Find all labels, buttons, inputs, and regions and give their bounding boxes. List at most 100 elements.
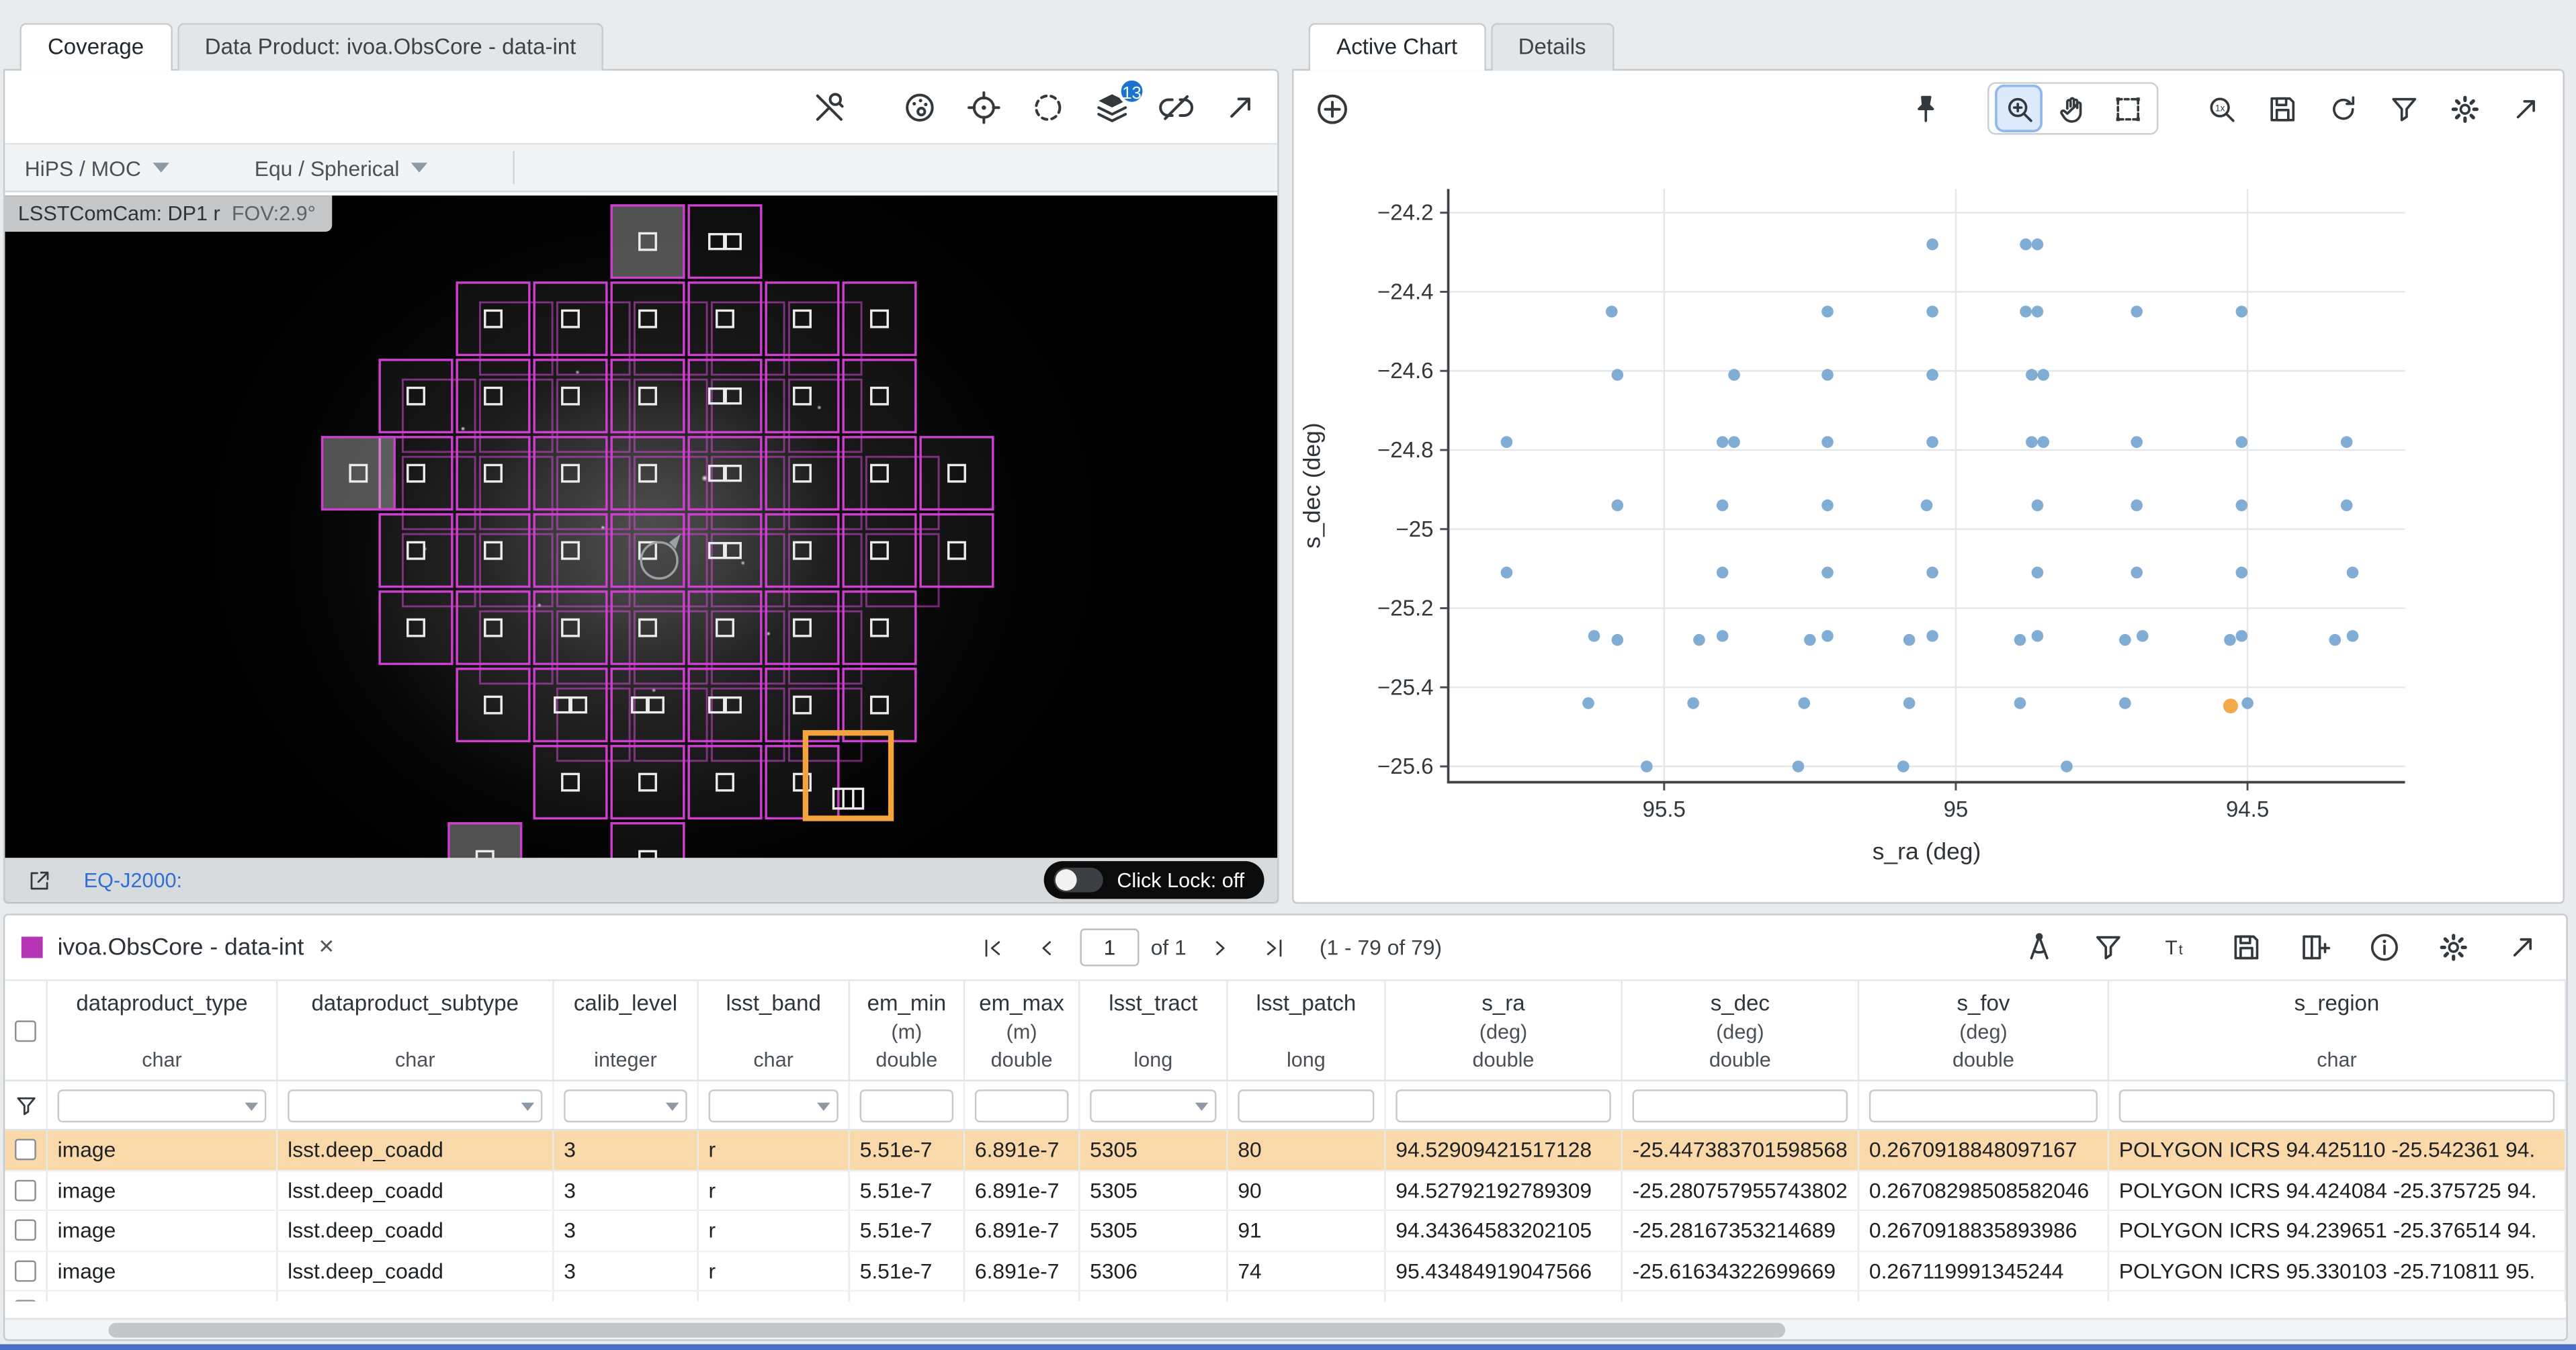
table-row[interactable]: imagelsst.deep_coadd3r5.51e-76.891e-7530… xyxy=(5,1171,2566,1211)
filter-calib_level[interactable] xyxy=(564,1089,687,1122)
tab-active-chart[interactable]: Active Chart xyxy=(1309,23,1486,71)
filter-s_ra[interactable] xyxy=(1396,1089,1611,1122)
scrollbar-thumb[interactable] xyxy=(108,1323,1785,1338)
add-chart-icon[interactable] xyxy=(1310,87,1353,130)
page-last-icon[interactable] xyxy=(1252,926,1295,969)
horizontal-scrollbar[interactable] xyxy=(5,1318,2566,1339)
filter-s_dec[interactable] xyxy=(1633,1089,1848,1122)
expand-icon[interactable] xyxy=(2500,926,2543,969)
palette-icon[interactable] xyxy=(898,85,941,128)
row-checkbox[interactable] xyxy=(15,1139,36,1161)
row-checkbox[interactable] xyxy=(15,1260,36,1281)
column-header-lsst_tract[interactable]: lsst_tractlong xyxy=(1080,981,1228,1080)
column-header-em_max[interactable]: em_max(m)double xyxy=(965,981,1080,1080)
settings-icon[interactable] xyxy=(2443,87,2486,130)
chart-body: 1x 95.59594.5−24.2−24.4−24.6−24.8−25−25.… xyxy=(1292,69,2565,904)
select-all-checkbox[interactable] xyxy=(15,1020,36,1041)
info-icon[interactable] xyxy=(2362,926,2405,969)
filter-icon[interactable] xyxy=(5,1084,46,1127)
coverage-overlay[interactable] xyxy=(5,195,1277,861)
data-point xyxy=(1926,630,1938,642)
tools-icon[interactable] xyxy=(807,85,850,128)
y-tick-label: −25.4 xyxy=(1377,674,1434,699)
data-point xyxy=(2223,699,2238,713)
tab-coverage[interactable]: Coverage xyxy=(19,23,171,71)
filter-dataproduct_type[interactable] xyxy=(58,1089,267,1122)
filter-s_region[interactable] xyxy=(2119,1089,2554,1122)
close-icon[interactable]: × xyxy=(318,933,334,962)
tab-data-product[interactable]: Data Product: ivoa.ObsCore - data-int xyxy=(177,23,604,71)
data-point xyxy=(1612,634,1624,646)
column-header-s_region[interactable]: s_regionchar xyxy=(2109,981,2566,1080)
column-header-dataproduct_subtype[interactable]: dataproduct_subtypechar xyxy=(277,981,554,1080)
table-cell: 5.51e-7 xyxy=(850,1251,965,1290)
zoom-original-icon[interactable]: 1x xyxy=(2200,87,2243,130)
data-point xyxy=(2236,630,2248,642)
tab-details[interactable]: Details xyxy=(1490,23,1614,71)
filter-lsst_tract[interactable] xyxy=(1090,1089,1216,1122)
table-row[interactable]: imagelsst.deep_coadd3r5.51e-76.891e-7530… xyxy=(5,1211,2566,1251)
select-marquee-icon[interactable] xyxy=(2106,87,2149,130)
app-root: Coverage Data Product: ivoa.ObsCore - da… xyxy=(0,0,2576,1350)
row-checkbox[interactable] xyxy=(15,1179,36,1201)
filter-lsst_band[interactable] xyxy=(709,1089,839,1122)
select-all-cell[interactable] xyxy=(5,981,48,1080)
hips-moc-dropdown[interactable]: HiPS / MOC xyxy=(25,155,169,180)
text-view-icon[interactable]: Tt xyxy=(2155,926,2198,969)
page-prev-icon[interactable] xyxy=(1026,926,1069,969)
scatter-plot[interactable]: 95.59594.5−24.2−24.4−24.6−24.8−25−25.2−2… xyxy=(1294,146,2565,889)
toggle-track[interactable] xyxy=(1054,868,1103,893)
data-point xyxy=(1641,760,1653,772)
column-header-s_dec[interactable]: s_dec(deg)double xyxy=(1623,981,1859,1080)
table-row[interactable]: imagelsst.deep_coadd3r5.51e-76.891e-7 xyxy=(5,1292,2566,1302)
column-header-lsst_patch[interactable]: lsst_patchlong xyxy=(1228,981,1386,1080)
filter-dataproduct_subtype[interactable] xyxy=(288,1089,542,1122)
recenter-icon[interactable] xyxy=(961,85,1004,128)
zoom-in-icon[interactable] xyxy=(1998,87,2041,130)
data-point xyxy=(1501,567,1513,579)
data-point xyxy=(2119,697,2131,709)
click-lock-toggle[interactable]: Click Lock: off xyxy=(1045,861,1264,899)
column-header-dataproduct_type[interactable]: dataproduct_typechar xyxy=(48,981,278,1080)
external-link-icon[interactable] xyxy=(18,858,61,901)
filter-icon[interactable] xyxy=(2382,87,2425,130)
data-point xyxy=(1821,500,1834,512)
column-header-calib_level[interactable]: calib_levelinteger xyxy=(554,981,699,1080)
unlink-icon[interactable] xyxy=(1154,85,1197,128)
table-row[interactable]: imagelsst.deep_coadd3r5.51e-76.891e-7530… xyxy=(5,1251,2566,1292)
add-column-icon[interactable] xyxy=(2293,926,2336,969)
expand-icon[interactable] xyxy=(1218,85,1261,128)
projection-dropdown[interactable]: Equ / Spherical xyxy=(255,155,427,180)
chart-tabbar: Active Chart Details xyxy=(1292,13,2565,69)
settings-icon[interactable] xyxy=(2432,926,2475,969)
page-input[interactable] xyxy=(1080,928,1139,966)
table-cell: 5305 xyxy=(1080,1130,1228,1169)
row-checkbox[interactable] xyxy=(15,1220,36,1241)
save-icon[interactable] xyxy=(2260,87,2303,130)
filter-lsst_patch[interactable] xyxy=(1238,1089,1374,1122)
column-header-lsst_band[interactable]: lsst_bandchar xyxy=(699,981,850,1080)
table-row[interactable]: imagelsst.deep_coadd3r5.51e-76.891e-7530… xyxy=(5,1130,2566,1171)
column-header-s_ra[interactable]: s_ra(deg)double xyxy=(1386,981,1623,1080)
page-first-icon[interactable] xyxy=(972,926,1015,969)
chart-tool-icon[interactable] xyxy=(2017,926,2060,969)
column-header-s_fov[interactable]: s_fov(deg)double xyxy=(1859,981,2109,1080)
pan-hand-icon[interactable] xyxy=(2051,87,2094,130)
column-header-em_min[interactable]: em_min(m)double xyxy=(850,981,965,1080)
filter-icon[interactable] xyxy=(2086,926,2129,969)
filter-em_max[interactable] xyxy=(975,1089,1068,1122)
pin-icon[interactable] xyxy=(1903,87,1946,130)
coverage-map[interactable]: LSSTComCam: DP1 rFOV:2.9° EQ-J2000: Clic… xyxy=(5,195,1277,902)
expand-icon[interactable] xyxy=(2503,87,2546,130)
save-icon[interactable] xyxy=(2224,926,2267,969)
select-region-icon[interactable] xyxy=(1026,85,1069,128)
table-cell: 3 xyxy=(554,1251,699,1290)
layers-icon[interactable]: 13 xyxy=(1090,85,1133,128)
page-next-icon[interactable] xyxy=(1198,926,1241,969)
refresh-icon[interactable] xyxy=(2321,87,2364,130)
filter-s_fov[interactable] xyxy=(1869,1089,2098,1122)
data-point xyxy=(2131,567,2143,579)
table-cell: lsst.deep_coadd xyxy=(277,1171,554,1209)
filter-em_min[interactable] xyxy=(860,1089,953,1122)
row-checkbox[interactable] xyxy=(15,1300,36,1302)
